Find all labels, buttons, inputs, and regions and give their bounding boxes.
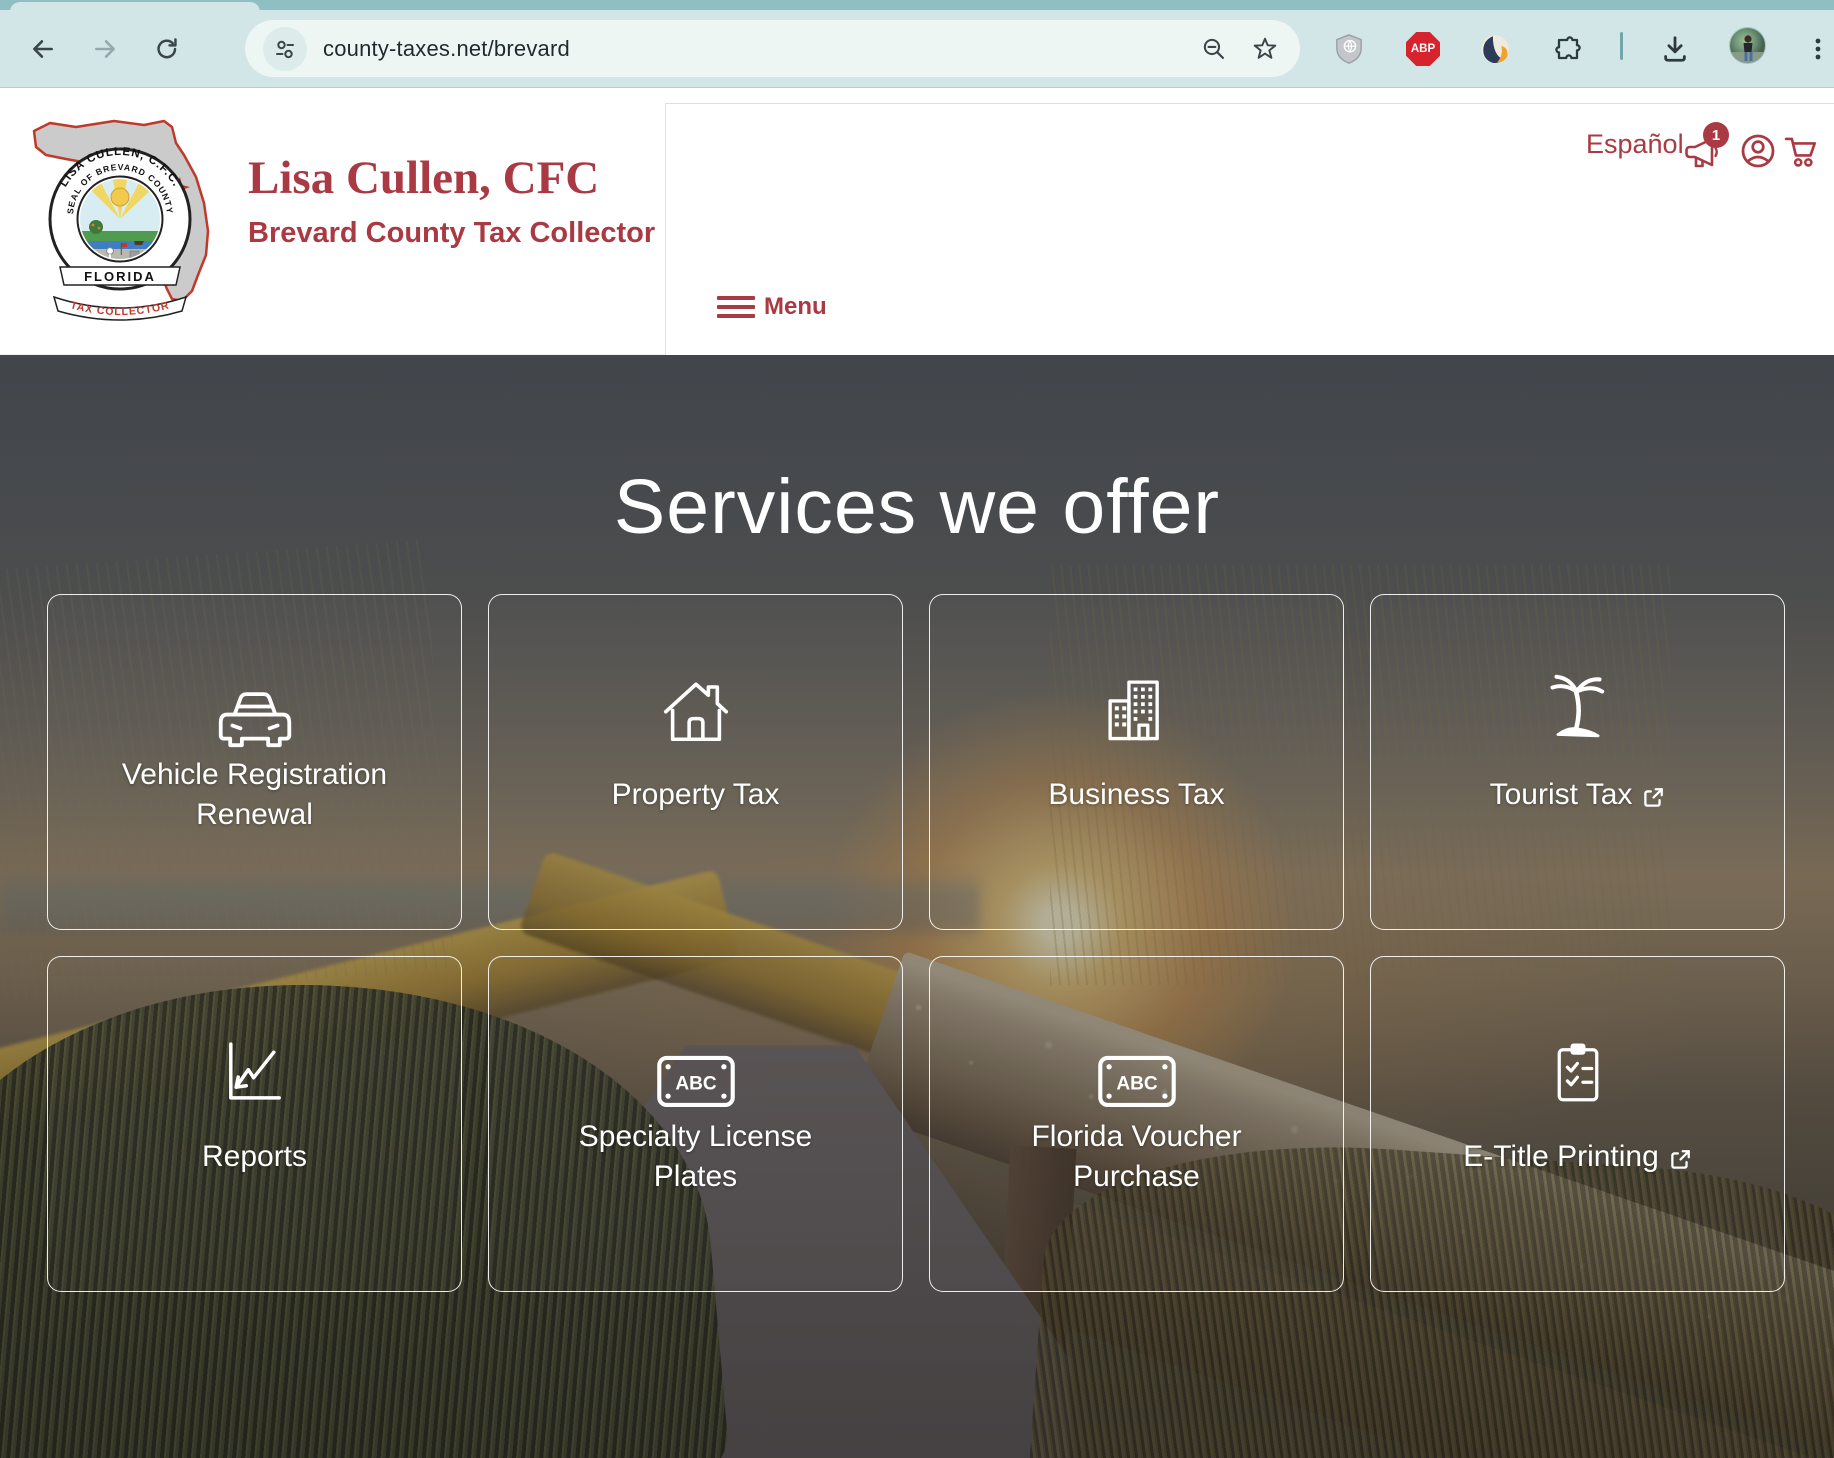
site-header: LISA CULLEN, C.F.C. SEAL OF BREVARD COUN… [0,89,1834,355]
shield-globe-icon [1334,33,1364,65]
swirl-icon [1478,32,1512,66]
service-card-vehicle-registration-renewal[interactable]: Vehicle Registration Renewal [47,594,462,930]
forward-arrow-icon [92,36,118,62]
palm-tree-icon [1535,665,1621,751]
url-path: /brevard [488,36,570,62]
service-card-florida-voucher-purchase[interactable]: ABC Florida Voucher Purchase [929,956,1344,1292]
service-card-e-title-printing[interactable]: E-Title Printing [1370,956,1785,1292]
kebab-menu-icon [1806,36,1830,62]
buildings-icon [1094,665,1180,751]
site-settings-icon [273,37,297,61]
service-card-label-text: Tourist Tax [1490,775,1633,815]
car-icon [208,665,302,751]
account-icon [1740,133,1776,169]
avatar-photo [1730,28,1766,64]
abp-octagon-icon: ABP [1406,32,1440,66]
browser-menu-dots-button[interactable] [1796,27,1834,71]
service-card-label: Tourist Tax [1490,755,1666,835]
service-card-property-tax[interactable]: Property Tax [488,594,903,930]
service-card-reports[interactable]: Reports [47,956,462,1292]
plate-text: ABC [675,1074,717,1095]
toolbar-divider [1620,32,1623,60]
profile-avatar[interactable] [1729,27,1766,64]
reload-button[interactable] [148,30,186,68]
service-card-label: Business Tax [1048,755,1224,835]
tab-strip [0,0,1834,10]
bookmark-star-icon[interactable] [1252,36,1278,62]
url-host: county-taxes.net [323,36,488,62]
cart-button[interactable] [1783,133,1821,169]
florida-seal-graphic: LISA CULLEN, C.F.C. SEAL OF BREVARD COUN… [26,101,226,333]
service-card-tourist-tax[interactable]: Tourist Tax [1370,594,1785,930]
external-link-icon [1641,786,1665,810]
license-plate-icon: ABC [649,1027,743,1113]
forward-button[interactable] [86,30,124,68]
service-card-label-text: E-Title Printing [1463,1137,1659,1177]
hero-heading: Services we offer [0,463,1834,552]
account-button[interactable] [1740,133,1776,169]
site-subtitle: Brevard County Tax Collector [248,217,655,250]
plate-text: ABC [1116,1074,1158,1095]
language-link[interactable]: Español [1586,129,1684,160]
service-card-specialty-license-plates[interactable]: ABC Specialty License Plates [488,956,903,1292]
service-card-label: Property Tax [612,755,780,835]
house-icon [652,665,740,751]
hero-section: Services we offer Vehicle Registration R… [0,355,1834,1458]
line-chart-icon [212,1027,298,1113]
clipboard-icon [1538,1027,1618,1113]
cart-icon [1783,133,1821,169]
reload-icon [154,36,180,62]
service-card-label: Florida Voucher Purchase [982,1117,1292,1197]
menu-label: Menu [764,293,827,321]
url-bar[interactable]: county-taxes.net/brevard [245,20,1300,77]
notification-badge: 1 [1703,122,1729,148]
adblock-plus-extension-icon[interactable]: ABP [1401,27,1445,71]
site-title: Lisa Cullen, CFC [248,151,599,205]
back-arrow-icon [30,36,56,62]
browser-toolbar: county-taxes.net/brevard ABP [0,0,1834,88]
active-tab[interactable] [10,2,260,12]
service-card-business-tax[interactable]: Business Tax [929,594,1344,930]
color-swirl-extension-icon[interactable] [1473,27,1517,71]
download-icon [1660,34,1690,64]
url-text: county-taxes.net/brevard [323,20,570,77]
hamburger-icon [717,296,755,318]
county-seal-logo[interactable]: LISA CULLEN, C.F.C. SEAL OF BREVARD COUN… [26,101,226,333]
back-button[interactable] [24,30,62,68]
privacy-shield-extension-icon[interactable] [1327,27,1371,71]
zoom-out-icon[interactable] [1201,36,1226,61]
services-grid: Vehicle Registration Renewal Property Ta… [47,594,1785,1292]
downloads-button[interactable] [1653,27,1697,71]
service-card-label: Vehicle Registration Renewal [100,755,410,835]
seal-banner-text: FLORIDA [84,269,156,284]
service-card-label: Specialty License Plates [541,1117,851,1197]
extensions-puzzle-button[interactable] [1546,27,1590,71]
external-link-icon [1668,1148,1692,1172]
service-card-label: E-Title Printing [1463,1117,1692,1197]
license-plate-icon: ABC [1090,1027,1184,1113]
menu-button[interactable]: Menu [717,293,827,321]
service-card-label: Reports [202,1117,307,1197]
puzzle-icon [1554,35,1582,63]
site-settings-button[interactable] [263,27,307,71]
